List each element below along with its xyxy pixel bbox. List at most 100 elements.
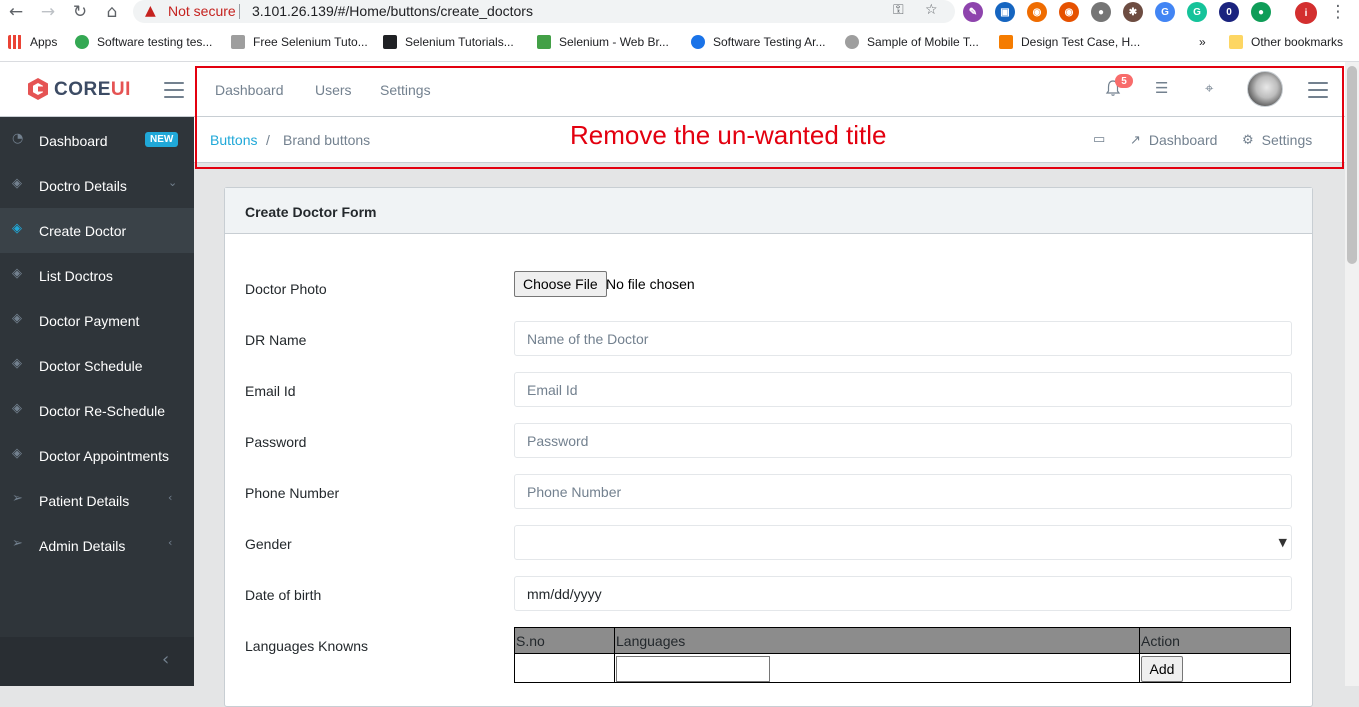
home-icon[interactable]: ⌂ <box>101 1 123 23</box>
browser-menu-icon[interactable]: ⋮ <box>1327 1 1349 23</box>
header-nav-dashboard[interactable]: Dashboard <box>215 82 284 98</box>
dr-name-input[interactable]: Name of the Doctor <box>514 321 1292 356</box>
extension-pen-icon[interactable]: ✎ <box>963 2 983 22</box>
more-bookmarks-button[interactable]: » <box>1199 35 1206 49</box>
extension-target-icon[interactable]: ◉ <box>1027 2 1047 22</box>
extension-eye-icon[interactable]: ◉ <box>1059 2 1079 22</box>
aside-toggle-icon[interactable] <box>1308 82 1328 98</box>
password-label: Password <box>245 434 307 450</box>
extension-doc-icon[interactable]: ▣ <box>995 2 1015 22</box>
tag-icon: ◈ <box>12 266 22 281</box>
chevron-left-icon: ‹ <box>168 536 173 549</box>
dob-input[interactable]: mm/dd/yyyy <box>514 576 1292 611</box>
subheader-settings-link[interactable]: ⚙ Settings <box>1242 132 1312 148</box>
back-icon[interactable]: ← <box>5 1 27 23</box>
extension-bug-icon[interactable]: ✱ <box>1123 2 1143 22</box>
subheader-dashboard-label: Dashboard <box>1148 132 1218 148</box>
gender-select[interactable]: ▼ <box>514 525 1292 560</box>
subheader-settings-label: Settings <box>1261 132 1313 148</box>
email-placeholder: Email Id <box>527 381 578 398</box>
star-icon[interactable]: ☆ <box>925 2 938 18</box>
sidebar-item-doctor-reschedule[interactable]: ◈ Doctor Re-Schedule <box>0 388 194 433</box>
bookmark-item[interactable]: Sample of Mobile T... <box>845 35 979 49</box>
sidebar-item-doctro-details[interactable]: ◈ Doctro Details ⌄ <box>0 163 194 208</box>
bookmark-label: Selenium - Web Br... <box>559 35 669 49</box>
sidebar-item-doctor-payment[interactable]: ◈ Doctor Payment <box>0 298 194 343</box>
subheader-dashboard-link[interactable]: ↗ Dashboard <box>1130 132 1217 148</box>
sidebar-item-list-doctros[interactable]: ◈ List Doctros <box>0 253 194 298</box>
browser-chrome: ← → ↻ ⌂ ▲ Not secure 3.101.26.139/#/Home… <box>0 0 1359 62</box>
url-text[interactable]: 3.101.26.139/#/Home/buttons/create_docto… <box>252 3 533 19</box>
choose-file-button[interactable]: Choose File <box>514 271 607 297</box>
sidebar-item-doctor-appointments[interactable]: ◈ Doctor Appointments <box>0 433 194 478</box>
sidebar-item-label: Doctor Re-Schedule <box>39 402 166 419</box>
sidebar-item-dashboard[interactable]: ◔ Dashboard NEW <box>0 118 194 163</box>
header-nav-users[interactable]: Users <box>315 82 352 98</box>
card-header: Create Doctor Form <box>225 188 1312 234</box>
bookmark-label: Sample of Mobile T... <box>867 35 979 49</box>
languages-table: S.no Languages Action Add <box>514 627 1291 683</box>
extension-pin-icon[interactable]: ● <box>1251 2 1271 22</box>
forward-icon[interactable]: → <box>37 1 59 23</box>
dob-label: Date of birth <box>245 587 322 603</box>
address-bar[interactable]: ▲ Not secure 3.101.26.139/#/Home/buttons… <box>133 0 955 23</box>
tag-icon: ◈ <box>12 401 22 416</box>
tag-icon: ◈ <box>12 446 22 461</box>
dropdown-arrow-icon: ▼ <box>1278 536 1287 549</box>
sidebar-item-label: Patient Details <box>39 492 130 509</box>
brand-name-suffix: UI <box>110 79 131 100</box>
avatar[interactable] <box>1247 71 1283 107</box>
dob-placeholder: mm/dd/yyyy <box>527 585 602 602</box>
extension-chat-icon[interactable]: ● <box>1091 2 1111 22</box>
coreui-logo-icon[interactable] <box>27 77 49 101</box>
bookmark-item[interactable]: Free Selenium Tuto... <box>231 35 368 49</box>
email-input[interactable]: Email Id <box>514 372 1292 407</box>
column-sno: S.no <box>514 627 615 654</box>
extension-counter-icon[interactable]: 0 <box>1219 2 1239 22</box>
bookmark-item[interactable]: Software Testing Ar... <box>691 35 826 49</box>
sidebar-item-label: Dashboard <box>39 132 108 149</box>
tag-icon: ◈ <box>12 221 22 236</box>
bookmark-favicon-icon <box>691 35 705 49</box>
languages-label: Languages Knowns <box>245 638 368 654</box>
phone-placeholder: Phone Number <box>527 483 622 500</box>
bookmark-apps[interactable]: Apps <box>8 35 57 49</box>
list-icon[interactable]: ☰ <box>1155 79 1168 97</box>
bookmark-item[interactable]: Selenium Tutorials... <box>383 35 514 49</box>
phone-label: Phone Number <box>245 485 340 501</box>
reload-icon[interactable]: ↻ <box>69 1 91 23</box>
bookmark-item[interactable]: Design Test Case, H... <box>999 35 1140 49</box>
tag-icon: ◈ <box>12 356 22 371</box>
breadcrumb-separator: / <box>266 132 270 148</box>
password-input[interactable]: Password <box>514 423 1292 458</box>
speech-bubble-icon[interactable]: ▭ <box>1093 132 1113 147</box>
bookmark-item[interactable]: Software testing tes... <box>75 35 212 49</box>
sidebar-item-patient-details[interactable]: ➢ Patient Details ‹ <box>0 478 194 523</box>
bookmark-item[interactable]: Selenium - Web Br... <box>537 35 669 49</box>
extension-grammarly-icon[interactable]: G <box>1187 2 1207 22</box>
key-icon[interactable]: ⚿ <box>893 2 904 18</box>
table-header-row: S.no Languages Action <box>514 627 1291 654</box>
phone-input[interactable]: Phone Number <box>514 474 1292 509</box>
security-label[interactable]: Not secure <box>168 3 236 19</box>
sidebar-item-admin-details[interactable]: ➢ Admin Details ‹ <box>0 523 194 568</box>
other-bookmarks-folder[interactable]: Other bookmarks <box>1229 35 1343 49</box>
header-nav-settings[interactable]: Settings <box>380 82 431 98</box>
scrollbar-thumb[interactable] <box>1347 66 1357 264</box>
gender-label: Gender <box>245 536 292 552</box>
email-label: Email Id <box>245 383 296 399</box>
sidebar-toggle-icon[interactable] <box>164 82 184 98</box>
add-language-button[interactable]: Add <box>1141 655 1183 682</box>
page-scrollbar[interactable] <box>1345 62 1359 686</box>
language-input[interactable] <box>616 655 770 682</box>
sidebar-item-doctor-schedule[interactable]: ◈ Doctor Schedule <box>0 343 194 388</box>
bookmark-label: Design Test Case, H... <box>1021 35 1141 49</box>
extension-translate-icon[interactable]: G <box>1155 2 1175 22</box>
sidebar-minimize-icon[interactable]: ‹ <box>162 649 169 670</box>
column-languages: Languages <box>614 627 1140 654</box>
breadcrumb-link-buttons[interactable]: Buttons <box>210 132 257 148</box>
location-pin-icon[interactable]: ⌖ <box>1205 79 1213 97</box>
apps-grid-icon <box>8 35 22 49</box>
sidebar-item-create-doctor[interactable]: ◈ Create Doctor <box>0 208 194 253</box>
profile-icon[interactable]: i <box>1295 2 1317 24</box>
